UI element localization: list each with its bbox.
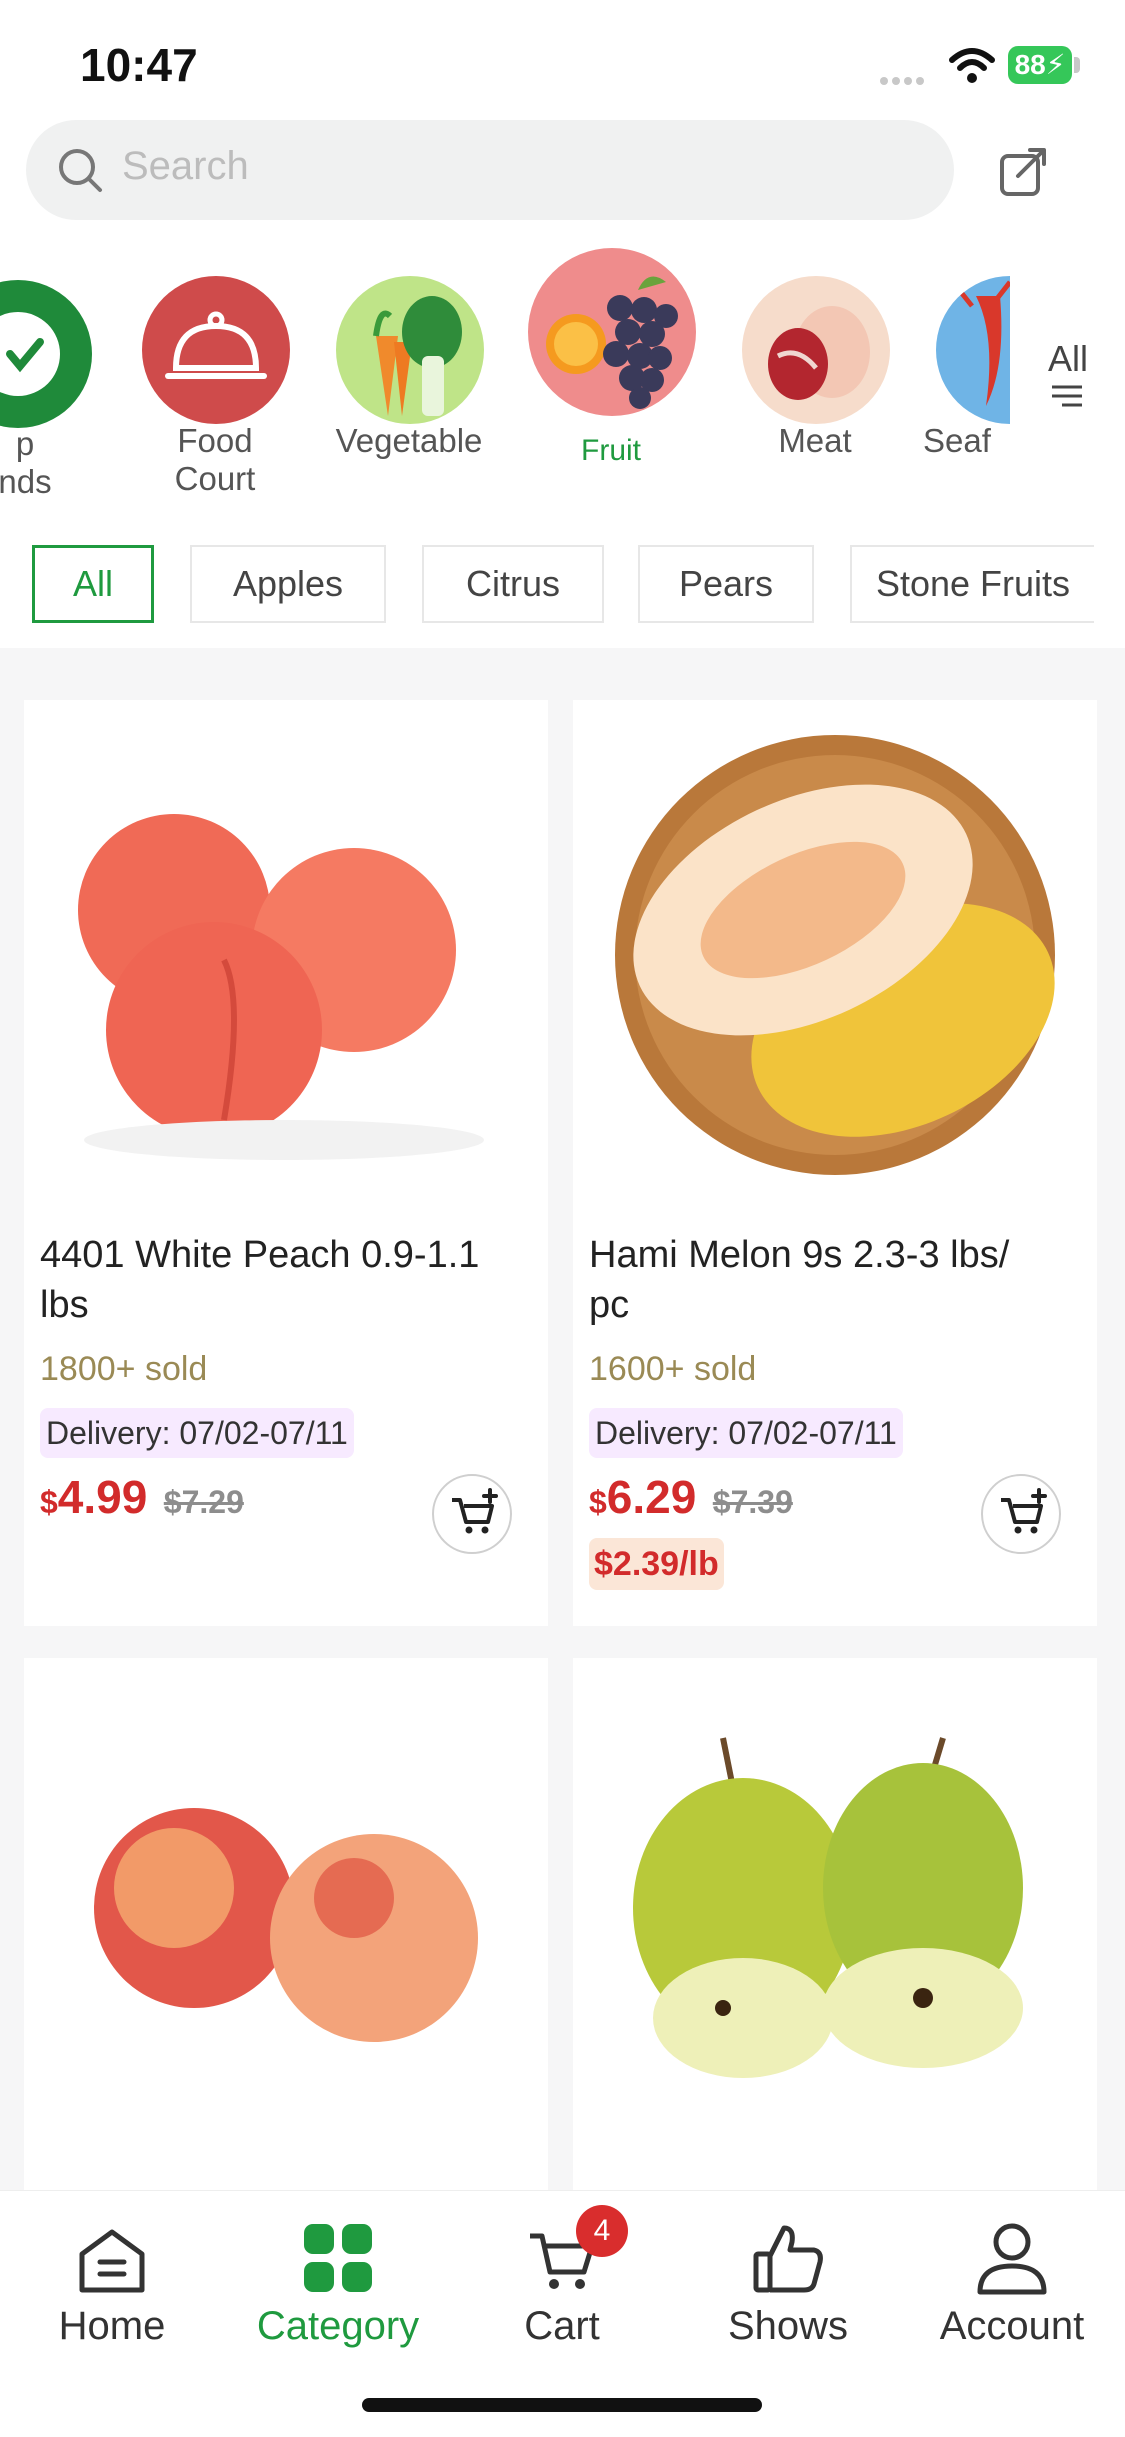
label-line: nds — [0, 463, 52, 500]
original-price: $7.39 — [712, 1484, 793, 1520]
cart-plus-icon — [452, 1488, 498, 1534]
category-label: Vegetable — [314, 422, 504, 460]
category-vegetable[interactable]: Vegetable — [314, 270, 504, 510]
category-meat[interactable]: Meat — [720, 270, 910, 510]
category-grid-icon — [304, 2224, 372, 2292]
top-brands-image — [0, 280, 92, 428]
label-line: Fruit — [581, 434, 641, 467]
label-line: Meat — [778, 422, 852, 459]
nav-cart[interactable]: Cart — [462, 2218, 662, 2349]
price-currency: $ — [589, 1484, 607, 1520]
product-title: 4401 White Peach 0.9-1.1 lbs — [40, 1230, 540, 1330]
cloche-icon — [165, 311, 267, 379]
nav-home-label: Home — [58, 2304, 166, 2348]
fruit-image — [528, 248, 696, 416]
title-line: Hami Melon 9s 2.3-3 lbs/ — [589, 1234, 1010, 1276]
search-placeholder: Search — [122, 144, 249, 188]
filter-apples[interactable]: Apples — [190, 545, 386, 623]
product-card[interactable] — [24, 1658, 548, 2190]
wifi-icon — [949, 48, 995, 83]
category-label: Food Court — [120, 422, 310, 498]
title-line: 4401 White Peach 0.9-1.1 — [40, 1234, 480, 1276]
category-top-brands[interactable]: p nds — [0, 270, 110, 510]
nav-account[interactable]: Account — [912, 2218, 1112, 2349]
label-line: Court — [174, 460, 256, 497]
nectarine-image — [94, 1808, 478, 2042]
account-icon — [977, 2223, 1047, 2295]
hami-melon-image — [615, 735, 1055, 1175]
category-seafood[interactable]: Seaf — [910, 270, 1010, 510]
delivery-badge: Delivery: 07/02-07/11 — [40, 1408, 354, 1458]
sold-count: 1800+ sold — [40, 1350, 208, 1388]
nav-cart-label: Cart — [524, 2304, 600, 2348]
all-categories-label[interactable]: All — [1048, 338, 1088, 380]
filter-all[interactable]: All — [32, 545, 154, 623]
home-icon — [79, 2229, 145, 2293]
nav-shows[interactable]: Shows — [688, 2218, 888, 2349]
delivery-badge: Delivery: 07/02-07/11 — [589, 1408, 903, 1458]
label-line: Vegetable — [335, 422, 483, 459]
battery-level: 88 — [1014, 49, 1046, 80]
cart-plus-icon — [1001, 1488, 1047, 1534]
add-to-cart-button[interactable] — [981, 1474, 1061, 1554]
category-label: Fruit — [516, 432, 706, 470]
white-peach-image — [78, 814, 484, 1160]
battery-icon: 88⚡ — [1008, 46, 1072, 84]
add-to-cart-button[interactable] — [432, 1474, 512, 1554]
search-icon — [59, 149, 102, 192]
category-label: Meat — [720, 422, 910, 460]
original-price: $7.29 — [163, 1484, 244, 1520]
pear-image — [633, 1737, 1023, 2078]
filter-stone-fruits[interactable]: Stone Fruits — [850, 545, 1094, 623]
price-row: $4.99 $7.29 — [40, 1470, 244, 1524]
product-card[interactable]: 4401 White Peach 0.9-1.1 lbs 1800+ sold … — [24, 700, 548, 1626]
seafood-image — [936, 276, 1010, 424]
food-court-image — [142, 276, 290, 424]
product-price: 4.99 — [57, 1471, 148, 1523]
product-card[interactable] — [573, 1658, 1097, 2190]
vegetable-image — [336, 276, 484, 424]
category-label: p nds — [0, 425, 110, 501]
category-fruit[interactable]: Fruit — [516, 248, 706, 510]
nav-category-label: Category — [256, 2304, 420, 2348]
product-title: Hami Melon 9s 2.3-3 lbs/ pc — [589, 1230, 1089, 1330]
cart-count-badge: 4 — [576, 2205, 628, 2257]
unit-price-badge: $2.39/lb — [589, 1538, 724, 1590]
sold-count: 1600+ sold — [589, 1350, 757, 1388]
label-line: Food — [177, 422, 253, 459]
nav-account-label: Account — [939, 2304, 1085, 2348]
label-line: p — [15, 425, 35, 462]
filter-pears[interactable]: Pears — [638, 545, 814, 623]
price-currency: $ — [40, 1484, 58, 1520]
product-card[interactable]: Hami Melon 9s 2.3-3 lbs/ pc 1600+ sold D… — [573, 700, 1097, 1626]
list-menu-icon[interactable] — [1050, 383, 1084, 409]
title-line: lbs — [40, 1284, 89, 1326]
filter-citrus[interactable]: Citrus — [422, 545, 604, 623]
cellular-signal-icon — [880, 72, 936, 85]
category-label: Seaf — [910, 422, 1010, 460]
price-row: $6.29 $7.39 — [589, 1470, 793, 1524]
category-food-court[interactable]: Food Court — [120, 270, 310, 510]
nav-category[interactable]: Category — [238, 2218, 438, 2349]
share-icon[interactable] — [996, 142, 1052, 198]
nav-home[interactable]: Home — [12, 2218, 212, 2349]
thumbs-up-icon — [753, 2225, 823, 2293]
product-price: 6.29 — [606, 1471, 697, 1523]
title-line: pc — [589, 1284, 630, 1326]
home-indicator — [362, 2398, 762, 2412]
label-line: Seaf — [923, 422, 991, 459]
status-time: 10:47 — [80, 39, 198, 91]
nav-shows-label: Shows — [727, 2304, 849, 2348]
meat-image — [742, 276, 890, 424]
battery-cap — [1074, 57, 1080, 73]
